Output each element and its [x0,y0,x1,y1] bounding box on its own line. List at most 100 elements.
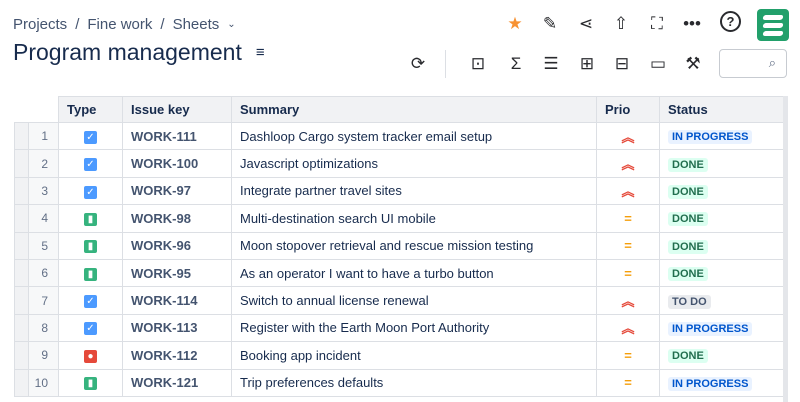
status-badge: DONE [668,349,708,364]
status-cell[interactable]: DONE [659,258,784,288]
status-cell[interactable]: IN PROGRESS [659,313,784,343]
summary[interactable]: Moon stopover retrieval and rescue missi… [231,231,597,260]
prio-cell[interactable]: ︽ [596,313,660,343]
help-icon[interactable]: ? [720,11,741,32]
prio-cell[interactable]: = [596,204,660,233]
column-header-summary[interactable]: Summary [231,96,597,123]
table-row[interactable]: 10 ▮ WORK-121 Trip preferences defaults … [14,368,784,397]
issue-key[interactable]: WORK-111 [122,121,232,151]
breadcrumb-fine-work[interactable]: Fine work [87,16,152,33]
type-cell[interactable]: ▮ [58,258,123,288]
column-header-status[interactable]: Status [659,96,784,123]
row-handle[interactable] [14,121,29,151]
prio-cell[interactable]: = [596,341,660,370]
breadcrumb-projects[interactable]: Projects [13,16,67,33]
refresh-icon[interactable]: ⟳ [405,51,431,77]
status-cell[interactable]: DONE [659,231,784,260]
row-handle[interactable] [14,149,29,178]
issue-key[interactable]: WORK-121 [122,368,232,397]
row-handle[interactable] [14,258,29,288]
row-handle[interactable] [14,341,29,370]
issue-key[interactable]: WORK-96 [122,231,232,260]
row-handle[interactable] [14,176,29,206]
hierarchy-filter-icon[interactable]: ⊟ [609,51,635,77]
type-cell[interactable]: ✓ [58,176,123,206]
column-header-prio[interactable]: Prio [596,96,660,123]
table-row[interactable]: 3 ✓ WORK-97 Integrate partner travel sit… [14,176,784,206]
type-cell[interactable]: ● [58,341,123,370]
status-cell[interactable]: DONE [659,204,784,233]
column-header-issue-key[interactable]: Issue key [122,96,232,123]
issue-key[interactable]: WORK-112 [122,341,232,370]
summary[interactable]: Register with the Earth Moon Port Author… [231,313,597,343]
chevron-down-icon[interactable]: ⌄ [227,19,235,30]
type-cell[interactable]: ✓ [58,286,123,315]
issue-key[interactable]: WORK-113 [122,313,232,343]
sum-icon[interactable]: Σ [503,51,529,77]
search-input[interactable]: ⌕ [719,49,787,78]
row-handle[interactable] [14,204,29,233]
menu-icon[interactable]: ≡ [256,44,265,61]
table-row[interactable]: 8 ✓ WORK-113 Register with the Earth Moo… [14,313,784,343]
status-cell[interactable]: DONE [659,176,784,206]
row-handle[interactable] [14,231,29,260]
summary[interactable]: Multi-destination search UI mobile [231,204,597,233]
type-cell[interactable]: ▮ [58,231,123,260]
status-cell[interactable]: DONE [659,149,784,178]
status-cell[interactable]: DONE [659,341,784,370]
summary[interactable]: As an operator I want to have a turbo bu… [231,258,597,288]
type-cell[interactable]: ▮ [58,204,123,233]
prio-cell[interactable]: ︽ [596,149,660,178]
issue-key[interactable]: WORK-95 [122,258,232,288]
share-icon[interactable]: ⋖ [573,11,599,37]
prio-cell[interactable]: = [596,258,660,288]
type-cell[interactable]: ✓ [58,121,123,151]
row-handle[interactable] [14,368,29,397]
summary[interactable]: Trip preferences defaults [231,368,597,397]
row-handle[interactable] [14,286,29,315]
table-row[interactable]: 1 ✓ WORK-111 Dashloop Cargo system track… [14,121,784,151]
type-cell[interactable]: ✓ [58,149,123,178]
prio-cell[interactable]: ︽ [596,121,660,151]
issue-key[interactable]: WORK-100 [122,149,232,178]
table-row[interactable]: 9 ● WORK-112 Booking app incident = DONE [14,341,784,370]
edit-icon[interactable]: ✎ [537,11,563,37]
summary[interactable]: Integrate partner travel sites [231,176,597,206]
status-cell[interactable]: IN PROGRESS [659,121,784,151]
issue-key[interactable]: WORK-97 [122,176,232,206]
status-cell[interactable]: TO DO [659,286,784,315]
table-row[interactable]: 7 ✓ WORK-114 Switch to annual license re… [14,286,784,315]
prio-cell[interactable]: = [596,231,660,260]
breadcrumb-sheets[interactable]: Sheets [173,16,220,33]
status-cell[interactable]: IN PROGRESS [659,368,784,397]
summary[interactable]: Dashloop Cargo system tracker email setu… [231,121,597,151]
type-cell[interactable]: ▮ [58,368,123,397]
issue-key[interactable]: WORK-98 [122,204,232,233]
format-paint-icon[interactable]: ⚒ [680,51,706,77]
status-badge: DONE [668,157,708,172]
hierarchy-icon[interactable]: ⊞ [574,51,600,77]
rows-icon[interactable]: ▭ [645,51,671,77]
app-logo[interactable] [757,9,789,41]
summary[interactable]: Switch to annual license renewal [231,286,597,315]
prio-cell[interactable]: ︽ [596,176,660,206]
column-header-type[interactable]: Type [58,96,123,123]
prio-cell[interactable]: = [596,368,660,397]
scrollbar[interactable] [783,96,788,402]
more-icon[interactable]: ••• [679,11,705,37]
issue-key[interactable]: WORK-114 [122,286,232,315]
table-row[interactable]: 2 ✓ WORK-100 Javascript optimizations ︽ … [14,149,784,178]
checklist-icon[interactable]: ☰ [538,51,564,77]
prio-cell[interactable]: ︽ [596,286,660,315]
summary[interactable]: Booking app incident [231,341,597,370]
fullscreen-icon[interactable]: ⛶ [644,11,670,37]
row-handle[interactable] [14,313,29,343]
view-icon[interactable]: ⊡ [465,51,491,77]
summary[interactable]: Javascript optimizations [231,149,597,178]
table-row[interactable]: 4 ▮ WORK-98 Multi-destination search UI … [14,204,784,233]
table-row[interactable]: 5 ▮ WORK-96 Moon stopover retrieval and … [14,231,784,260]
type-cell[interactable]: ✓ [58,313,123,343]
table-row[interactable]: 6 ▮ WORK-95 As an operator I want to hav… [14,258,784,288]
export-icon[interactable]: ⇧ [608,11,634,37]
star-icon[interactable]: ★ [502,11,528,37]
